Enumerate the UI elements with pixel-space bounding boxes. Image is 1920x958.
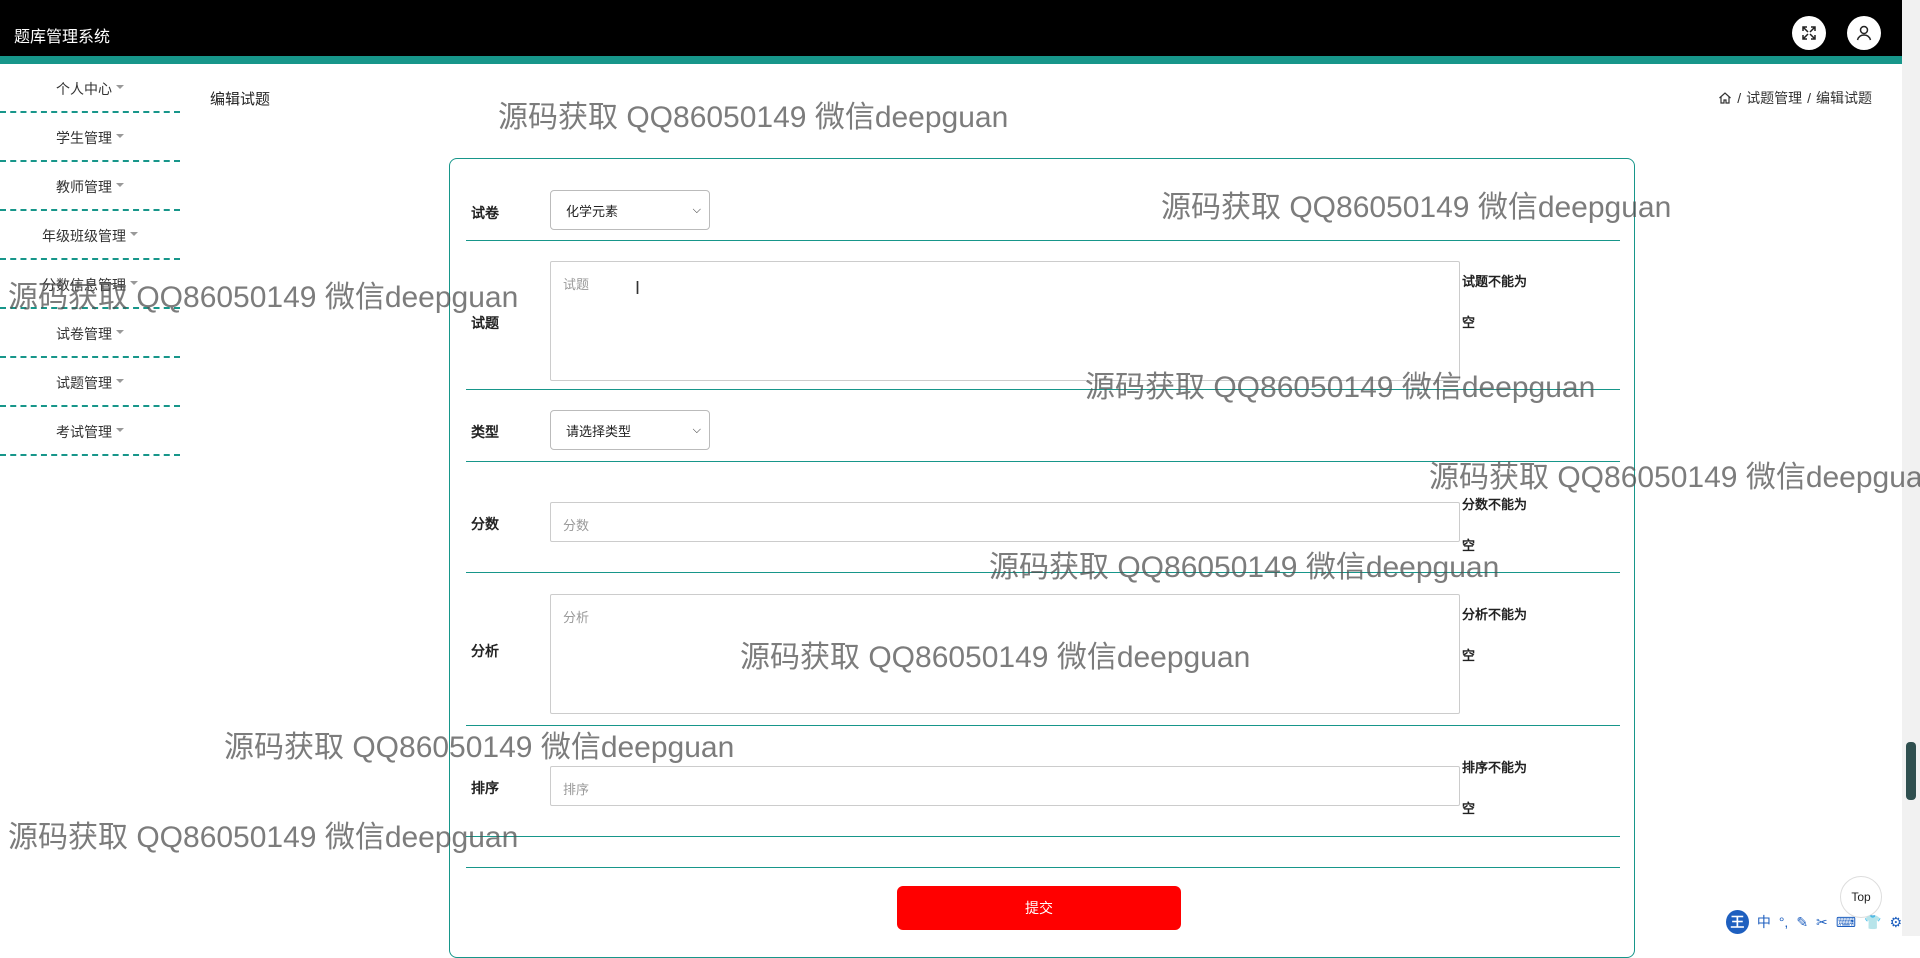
analysis-placeholder: 分析: [563, 610, 590, 625]
caret-down-icon: [116, 330, 124, 334]
paper-select[interactable]: 化学元素 ⌵: [550, 190, 710, 230]
analysis-error-line2: 空: [1462, 648, 1476, 663]
sidebar-item-questions[interactable]: 试题管理: [0, 358, 180, 407]
sidebar-item-label: 考试管理: [56, 424, 112, 440]
order-error: 排序不能为 空: [1462, 747, 1542, 829]
score-error: 分数不能为 空: [1462, 484, 1542, 566]
form-row-paper: 试卷 化学元素 ⌵: [466, 159, 1620, 241]
order-error-line2: 空: [1462, 801, 1476, 816]
page-scrollbar[interactable]: [1902, 0, 1920, 936]
caret-down-icon: [130, 281, 138, 285]
analysis-error-line1: 分析不能为: [1462, 607, 1528, 622]
type-select[interactable]: 请选择类型 ⌵: [550, 410, 710, 450]
user-button[interactable]: [1847, 16, 1881, 50]
sidebar-item-teachers[interactable]: 教师管理: [0, 162, 180, 211]
sidebar-item-label: 教师管理: [56, 179, 112, 195]
chevron-down-icon: ⌵: [692, 423, 701, 436]
caret-down-icon: [116, 428, 124, 432]
type-label: 类型: [471, 424, 499, 440]
breadcrumb-edit-question: 编辑试题: [1816, 90, 1872, 106]
score-error-line2: 空: [1462, 538, 1476, 553]
question-textarea[interactable]: 试题: [550, 261, 1460, 381]
score-input[interactable]: 分数: [550, 502, 1460, 542]
caret-down-icon: [116, 134, 124, 138]
ime-toolbar[interactable]: 王 中 °, ✎ ✂ ⌨ 👕 ⚙: [1726, 910, 1902, 934]
sidebar-item-exams[interactable]: 考试管理: [0, 407, 180, 456]
type-select-value: 请选择类型: [566, 423, 632, 439]
caret-down-icon: [116, 183, 124, 187]
paper-select-value: 化学元素: [566, 203, 619, 219]
sidebar-item-label: 分数信息管理: [42, 277, 126, 293]
edit-question-form: 试卷 化学元素 ⌵ 试题 试题 试题不能为 空 类型 请选择类型 ⌵ 分数 分数…: [449, 158, 1635, 958]
accent-bar: [0, 56, 1902, 64]
caret-down-icon: [116, 85, 124, 89]
order-input[interactable]: 排序: [550, 766, 1460, 806]
form-row-spacer: [466, 837, 1620, 868]
ime-scissors-icon[interactable]: ✂: [1816, 914, 1828, 931]
watermark: 源码获取 QQ86050149 微信deepguan: [8, 821, 519, 854]
user-icon: [1856, 25, 1872, 41]
sidebar-item-label: 学生管理: [56, 130, 112, 146]
breadcrumb-separator: /: [1737, 90, 1742, 106]
watermark: 源码获取 QQ86050149 微信deepguan: [498, 101, 1009, 134]
breadcrumb-separator: /: [1807, 90, 1811, 106]
ime-keyboard-icon[interactable]: ⌨: [1836, 914, 1856, 931]
breadcrumb: / 试题管理 / 编辑试题: [1718, 88, 1872, 108]
question-error-line2: 空: [1462, 315, 1476, 330]
sidebar: 个人中心 学生管理 教师管理 年级班级管理 分数信息管理 试卷管理 试题管理 考…: [0, 64, 180, 456]
question-placeholder: 试题: [563, 277, 590, 292]
chevron-down-icon: ⌵: [692, 203, 701, 216]
score-placeholder: 分数: [563, 518, 590, 533]
sidebar-item-grades-classes[interactable]: 年级班级管理: [0, 211, 180, 260]
expand-icon: [1802, 26, 1816, 40]
page-title: 编辑试题: [210, 91, 271, 108]
sidebar-item-label: 个人中心: [56, 81, 112, 97]
sidebar-item-students[interactable]: 学生管理: [0, 113, 180, 162]
submit-button[interactable]: 提交: [897, 886, 1181, 930]
analysis-textarea[interactable]: 分析: [550, 594, 1460, 714]
ime-mode[interactable]: 中: [1757, 912, 1771, 932]
paper-label: 试卷: [471, 205, 499, 221]
analysis-error: 分析不能为 空: [1462, 594, 1542, 676]
sidebar-item-profile[interactable]: 个人中心: [0, 64, 180, 113]
score-error-line1: 分数不能为: [1462, 497, 1528, 512]
scrollbar-thumb[interactable]: [1906, 742, 1916, 800]
analysis-label: 分析: [471, 643, 499, 659]
top-bar: 题库管理系统: [0, 0, 1902, 56]
order-error-line1: 排序不能为: [1462, 760, 1528, 775]
ime-pen-icon[interactable]: ✎: [1796, 914, 1808, 931]
ime-skin-icon[interactable]: 👕: [1864, 914, 1881, 931]
sidebar-item-label: 试题管理: [56, 375, 112, 391]
form-row-order: 排序 排序 排序不能为 空: [466, 726, 1620, 837]
question-error: 试题不能为 空: [1462, 261, 1542, 343]
breadcrumb-question-management[interactable]: 试题管理: [1746, 88, 1802, 108]
order-label: 排序: [471, 780, 499, 796]
ime-settings-icon[interactable]: ⚙: [1889, 914, 1902, 931]
form-row-type: 类型 请选择类型 ⌵: [466, 390, 1620, 462]
question-label: 试题: [471, 315, 499, 331]
fullscreen-button[interactable]: [1792, 16, 1826, 50]
order-placeholder: 排序: [563, 782, 590, 797]
question-error-line1: 试题不能为: [1462, 274, 1528, 289]
ime-punctuation-icon[interactable]: °,: [1779, 914, 1789, 930]
ime-logo-icon[interactable]: 王: [1726, 910, 1749, 934]
caret-down-icon: [116, 379, 124, 383]
sidebar-item-scores[interactable]: 分数信息管理: [0, 260, 180, 309]
home-icon[interactable]: [1718, 91, 1732, 105]
score-label: 分数: [471, 516, 499, 532]
form-row-question: 试题 试题 试题不能为 空: [466, 241, 1620, 390]
form-row-analysis: 分析 分析 分析不能为 空: [466, 573, 1620, 726]
text-cursor-icon: I: [635, 278, 641, 298]
sidebar-item-papers[interactable]: 试卷管理: [0, 309, 180, 358]
form-row-score: 分数 分数 分数不能为 空: [466, 462, 1620, 573]
app-title: 题库管理系统: [14, 29, 111, 46]
sidebar-item-label: 年级班级管理: [42, 228, 126, 244]
sidebar-item-label: 试卷管理: [56, 326, 112, 342]
caret-down-icon: [130, 232, 138, 236]
